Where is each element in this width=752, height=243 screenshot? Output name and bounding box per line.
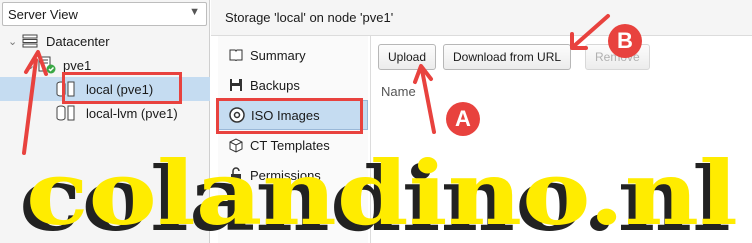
tree-item-label: local-lvm (pve1) (86, 106, 178, 121)
nav-item-backups[interactable]: Backups (218, 70, 368, 100)
annotation-arrow-icon (22, 50, 48, 155)
watermark-text: colandino.nl (26, 150, 738, 240)
page-title: Storage 'local' on node 'pve1' (225, 10, 394, 25)
download-from-url-button[interactable]: Download from URL (443, 44, 572, 70)
storage-icon (56, 105, 76, 124)
collapse-toggle-icon[interactable]: ⌄ (8, 35, 17, 48)
nav-item-summary[interactable]: Summary (218, 40, 368, 70)
watermark-logo: colandino.nl colandino.nl (19, 150, 738, 240)
annotation-label-a: A (446, 102, 480, 136)
book-icon (228, 47, 244, 63)
annotation-arrow-icon (570, 14, 610, 50)
tree-item-label: Datacenter (46, 34, 110, 49)
annotation-label-b: B (608, 24, 642, 58)
content-header: Storage 'local' on node 'pve1' (211, 0, 752, 36)
view-selector[interactable]: Server View ▼ (2, 2, 207, 26)
nav-item-label: Summary (250, 47, 306, 63)
highlight-box-iso (216, 98, 363, 134)
annotation-arrow-icon (413, 64, 436, 134)
view-selector-label: Server View (8, 7, 78, 22)
tree-item-label: pve1 (63, 58, 92, 73)
column-header-name[interactable]: Name (381, 84, 416, 99)
chevron-down-icon[interactable]: ▼ (189, 6, 200, 18)
nav-item-label: Backups (250, 77, 300, 93)
floppy-icon (228, 77, 244, 93)
highlight-box-storage (62, 72, 182, 104)
